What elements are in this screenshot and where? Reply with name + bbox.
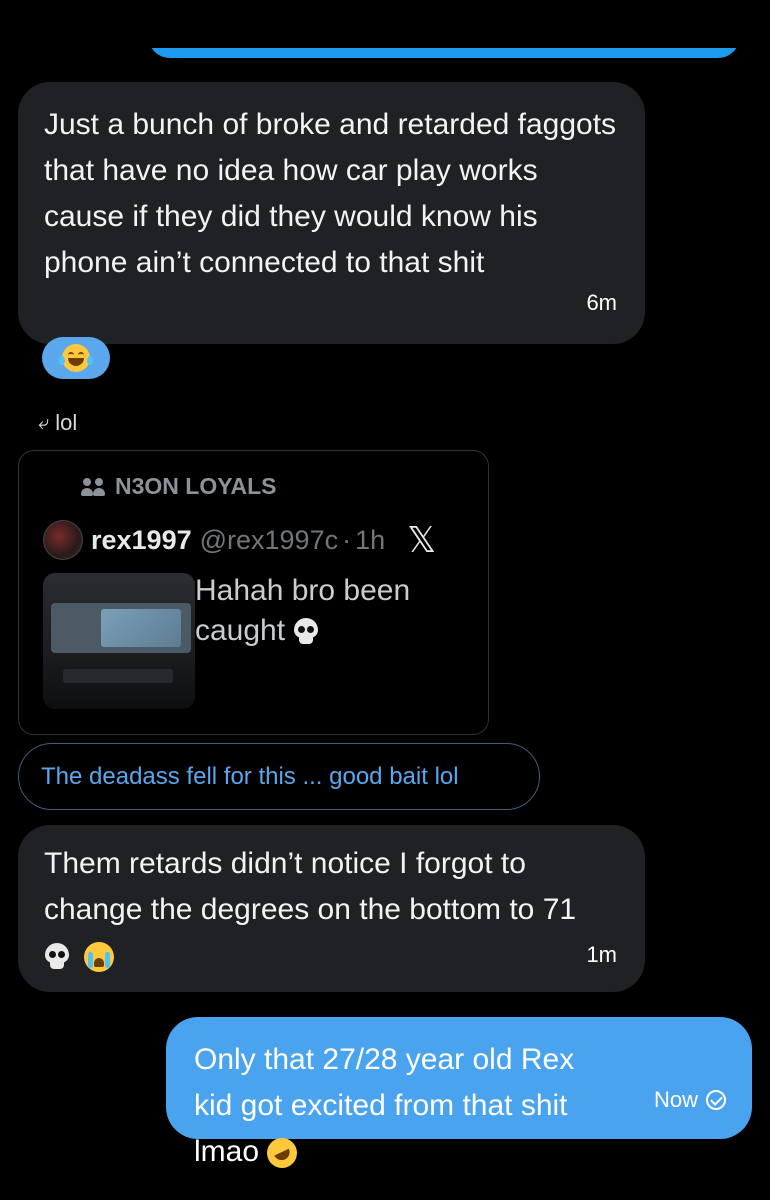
reply-arrow-icon: ⤶ (38, 411, 50, 434)
face-with-tears-of-joy-icon (59, 344, 93, 372)
post-media-thumbnail[interactable] (43, 573, 195, 709)
rolling-on-floor-laughing-icon (262, 1133, 303, 1174)
x-logo-icon: 𝕏 (407, 519, 437, 560)
reply-preview-text: The deadass fell for this ... good bait … (41, 762, 459, 790)
avatar[interactable] (43, 520, 83, 560)
community-icon (81, 477, 107, 497)
reaction-pill[interactable] (42, 337, 110, 379)
skull-icon (44, 943, 70, 971)
reply-indicator: ⤶ lol (38, 410, 77, 436)
message-status: Now (654, 1077, 726, 1123)
message-text: Them retards didn’t notice I forgot to c… (44, 841, 619, 979)
check-circle-icon (706, 1090, 726, 1110)
message-text: Just a bunch of broke and retarded faggo… (44, 108, 617, 279)
incoming-message-bubble[interactable]: Them retards didn’t notice I forgot to c… (18, 825, 645, 992)
message-timestamp: 6m (586, 290, 617, 315)
message-text: Only that 27/28 year old Rex kid got exc… (194, 1037, 614, 1175)
message-text-body: Them retards didn’t notice I forgot to c… (44, 847, 577, 926)
message-text-body: Only that 27/28 year old Rex kid got exc… (194, 1043, 575, 1168)
message-timestamp: 1m (586, 942, 617, 967)
mask (140, 0, 750, 48)
community-name: N3ON LOYALS (115, 473, 277, 499)
outgoing-message-bubble[interactable]: Only that 27/28 year old Rex kid got exc… (166, 1017, 752, 1174)
incoming-message-bubble[interactable]: Just a bunch of broke and retarded faggo… (18, 82, 645, 344)
quoted-post-card[interactable]: N3ON LOYALS rex1997 @rex1997c · 1h 𝕏 Hahah… (18, 450, 489, 735)
car-screen-image (51, 603, 191, 653)
author-handle: @rex1997c (199, 524, 339, 555)
post-time: 1h (355, 524, 386, 555)
reply-preview-chip[interactable]: The deadass fell for this ... good bait … (18, 743, 540, 810)
separator: · (342, 524, 352, 555)
quoted-post-text: Hahah bro been caught (195, 571, 455, 651)
skull-icon (293, 618, 319, 646)
reply-label-text: lol (55, 410, 78, 435)
author-name[interactable]: rex1997 (91, 525, 192, 556)
message-timestamp: Now (653, 1087, 698, 1112)
dashboard-vent (63, 669, 173, 683)
community-label[interactable]: N3ON LOYALS (81, 473, 276, 500)
quoted-author-row[interactable]: rex1997 @rex1997c · 1h 𝕏 (43, 519, 436, 561)
loudly-crying-face-icon (84, 942, 115, 973)
